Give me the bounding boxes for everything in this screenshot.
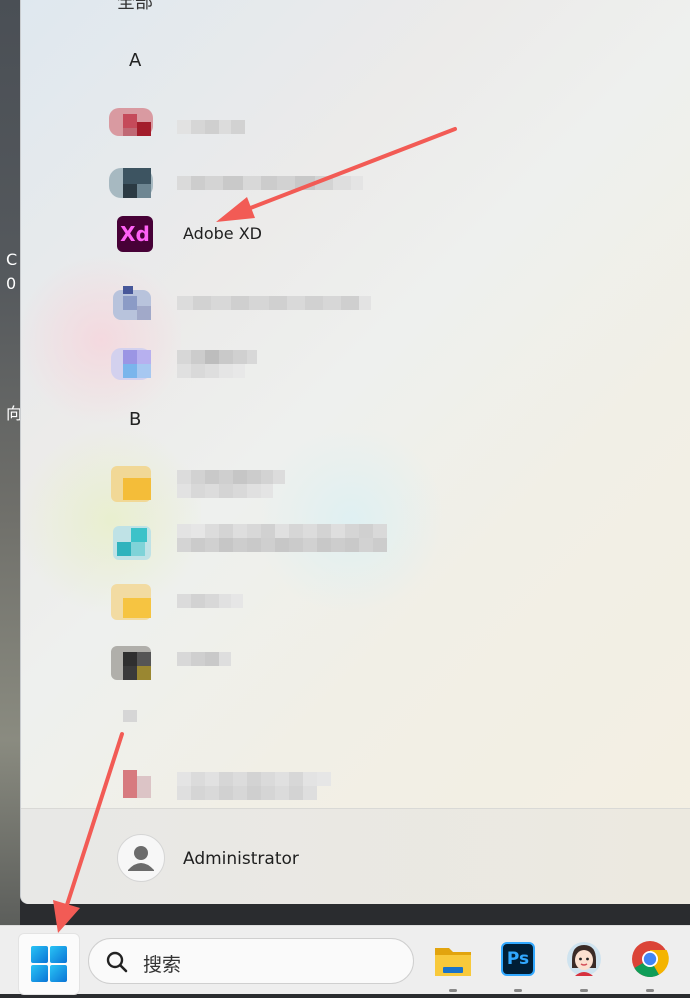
blurred-app-icon [109, 458, 153, 502]
running-indicator [514, 989, 522, 992]
blurred-app-icon [109, 706, 139, 726]
app-list-item-adobe-xd[interactable]: Xd Adobe XD [109, 212, 529, 268]
user-name[interactable]: Administrator [183, 849, 299, 869]
adobe-xd-icon: Xd [117, 216, 153, 252]
app-list-item[interactable] [109, 94, 529, 150]
app-list-item[interactable] [109, 570, 529, 626]
search-placeholder: 搜索 [143, 954, 182, 976]
blurred-app-icon [109, 278, 153, 322]
blurred-app-label [177, 772, 331, 800]
blurred-app-label [177, 524, 387, 552]
taskbar: 搜索 Ps [0, 925, 690, 995]
start-menu-footer: Administrator [21, 808, 690, 904]
start-button[interactable] [18, 933, 80, 995]
app-list-item[interactable] [109, 452, 529, 508]
search-icon [106, 951, 128, 973]
app-list-item[interactable] [109, 752, 529, 808]
taskbar-photoshop[interactable]: Ps [495, 938, 541, 992]
blurred-app-label [177, 350, 257, 378]
blurred-app-label [177, 120, 245, 134]
user-avatar-icon[interactable] [117, 834, 165, 882]
desktop-background: C 0 向 [0, 0, 22, 925]
start-menu: 全部 A Xd Adobe XD B Administrator [20, 0, 690, 904]
avatar-app-icon [567, 942, 601, 976]
taskbar-chrome[interactable] [627, 938, 673, 992]
section-letter-a[interactable]: A [129, 50, 141, 71]
blurred-app-icon [109, 100, 153, 144]
person-icon [128, 846, 154, 871]
blurred-app-icon [109, 576, 153, 620]
file-explorer-icon [435, 948, 471, 976]
running-indicator [646, 989, 654, 992]
blurred-app-icon [109, 758, 153, 802]
taskbar-file-explorer[interactable] [430, 938, 476, 992]
blurred-app-label [177, 296, 371, 310]
app-label-adobe-xd: Adobe XD [183, 224, 262, 243]
blurred-app-label [177, 176, 363, 190]
chrome-icon [632, 941, 669, 978]
blurred-app-icon [109, 158, 153, 202]
blurred-app-icon [109, 636, 153, 680]
blurred-app-label [177, 594, 243, 608]
photoshop-icon: Ps [501, 942, 535, 976]
running-indicator [580, 989, 588, 992]
section-letter-b[interactable]: B [129, 409, 141, 430]
blurred-app-icon [109, 336, 153, 380]
running-indicator [449, 989, 457, 992]
blurred-app-label [177, 470, 285, 498]
blurred-app-icon [109, 516, 153, 560]
all-apps-header: 全部 [117, 0, 153, 13]
app-list-item[interactable] [109, 510, 529, 566]
taskbar-avatar-app[interactable] [561, 938, 607, 992]
desktop-text-fragment: C [6, 250, 18, 269]
blurred-app-label [177, 652, 231, 666]
app-list-item[interactable] [109, 630, 529, 686]
app-list-item[interactable] [109, 272, 529, 328]
app-list-item[interactable] [109, 152, 529, 208]
desktop-text-fragment: 0 [6, 274, 17, 293]
taskbar-search-box[interactable]: 搜索 [88, 938, 414, 984]
windows-logo-icon [31, 946, 67, 982]
app-list-item[interactable] [109, 690, 529, 740]
app-list-item[interactable] [109, 330, 529, 386]
